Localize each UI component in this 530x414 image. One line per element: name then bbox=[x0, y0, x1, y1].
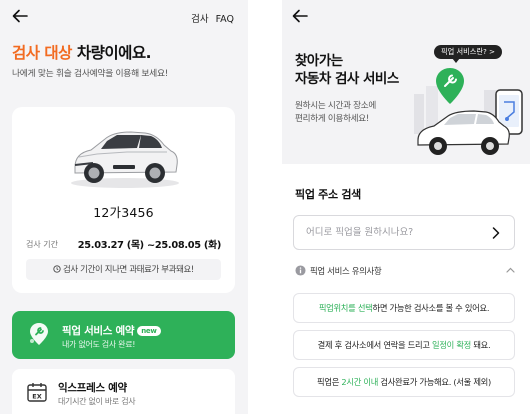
pickup-service-screen: 찾아가는 자동차 검사 서비스 원하시는 시간과 장소에 편리하게 이용하세요!… bbox=[282, 0, 530, 414]
address-search-box[interactable] bbox=[293, 215, 515, 250]
inspection-target-screen: 검사 FAQ 검사 대상 차량이에요. 나에게 맞는 휘슬 검사예약을 이용해 … bbox=[0, 0, 248, 414]
tip-highlight: 픽업위치를 선택 bbox=[318, 303, 373, 313]
inspection-period-value: 25.03.27 (목) ~25.08.05 (화) bbox=[77, 240, 222, 251]
hero-title-line1: 찾아가는 bbox=[295, 53, 343, 69]
tip-highlight: 2시간 이내 bbox=[341, 377, 379, 387]
chevron-right-icon[interactable] bbox=[492, 227, 500, 239]
tip-item: 결제 후 검사소에서 연락을 드리고 일정이 확정 돼요. bbox=[293, 330, 515, 360]
pickup-caution-toggle[interactable]: 픽업 서비스 유의사항 bbox=[295, 264, 517, 278]
pickup-address-section-title: 픽업 주소 검색 bbox=[295, 188, 361, 201]
page-subtitle: 나에게 맞는 휘슬 검사예약을 이용해 보세요! bbox=[12, 69, 168, 79]
license-plate: 12가3456 bbox=[93, 205, 154, 220]
hero-subtitle: 원하시는 시간과 장소에 편리하게 이용하세요! bbox=[295, 100, 376, 126]
hero-subtitle-line2: 편리하게 이용하세요! bbox=[295, 114, 370, 124]
vehicle-card: 12가3456 검사 기간 25.03.27 (목) ~25.08.05 (화)… bbox=[12, 107, 235, 293]
express-desc: 대기시간 없이 바로 검사 bbox=[58, 397, 136, 406]
tip-text: 픽업은 bbox=[317, 377, 342, 387]
inspection-link[interactable]: 검사 bbox=[191, 14, 208, 25]
pickup-wrench-pin-icon bbox=[30, 323, 48, 345]
page-title: 검사 대상 차량이에요. bbox=[12, 41, 152, 63]
top-links: 검사 FAQ bbox=[187, 11, 234, 25]
car-pickup-illustration bbox=[414, 68, 523, 155]
tip-text: 하면 가능한 검사소를 볼 수 있어요. bbox=[372, 303, 490, 313]
hero-title: 찾아가는 자동차 검사 서비스 bbox=[295, 52, 399, 88]
express-calendar-icon: EX bbox=[27, 383, 47, 402]
tip-text: 결제 후 검사소에서 연락을 드리고 bbox=[317, 340, 432, 350]
new-badge: new bbox=[137, 326, 161, 336]
express-title: 익스프레스 예약 bbox=[58, 382, 127, 394]
pickup-service-button[interactable]: 픽업 서비스 예약 new 내가 없어도 검사 완료! bbox=[12, 311, 235, 359]
tip-text: 검사완료가 가능해요. (서울 제외) bbox=[378, 377, 491, 387]
car-image bbox=[71, 131, 179, 188]
pickup-desc: 내가 없어도 검사 완료! bbox=[62, 340, 136, 349]
penalty-notice: 검사 기간이 지나면 과태료가 부과돼요! bbox=[26, 259, 221, 280]
hero-title-line2: 자동차 검사 서비스 bbox=[295, 71, 399, 87]
pickup-title: 픽업 서비스 예약 new bbox=[62, 323, 161, 338]
tip-highlight: 일정이 확정 bbox=[432, 340, 472, 350]
tip-text: 돼요. bbox=[471, 340, 491, 350]
pickup-info-bubble[interactable]: 픽업 서비스란? > bbox=[434, 45, 503, 63]
address-search-input[interactable] bbox=[306, 216, 486, 249]
tip-item: 픽업은 2시간 이내 검사완료가 가능해요. (서울 제외) bbox=[293, 367, 515, 397]
hero-subtitle-line1: 원하시는 시간과 장소에 bbox=[295, 101, 376, 111]
penalty-notice-text: 검사 기간이 지나면 과태료가 부과돼요! bbox=[63, 264, 194, 274]
back-arrow-icon[interactable] bbox=[292, 9, 308, 23]
caution-label: 픽업 서비스 유의사항 bbox=[310, 266, 382, 276]
hero-banner: 찾아가는 자동차 검사 서비스 원하시는 시간과 장소에 편리하게 이용하세요!… bbox=[282, 0, 530, 164]
clock-icon bbox=[53, 265, 61, 273]
express-icon-text: EX bbox=[32, 393, 41, 401]
inspection-period-label: 검사 기간 bbox=[26, 240, 58, 249]
express-service-button[interactable]: EX 익스프레스 예약 대기시간 없이 바로 검사 bbox=[12, 369, 235, 414]
back-arrow-icon[interactable] bbox=[12, 9, 28, 23]
pickup-title-text: 픽업 서비스 예약 bbox=[62, 325, 135, 337]
tip-item: 픽업위치를 선택하면 가능한 검사소를 볼 수 있어요. bbox=[293, 293, 515, 323]
faq-link[interactable]: FAQ bbox=[216, 14, 234, 25]
title-rest: 차량이에요. bbox=[71, 44, 152, 62]
chevron-up-icon bbox=[506, 267, 515, 273]
title-highlight: 검사 대상 bbox=[12, 44, 72, 62]
info-icon bbox=[295, 265, 306, 276]
